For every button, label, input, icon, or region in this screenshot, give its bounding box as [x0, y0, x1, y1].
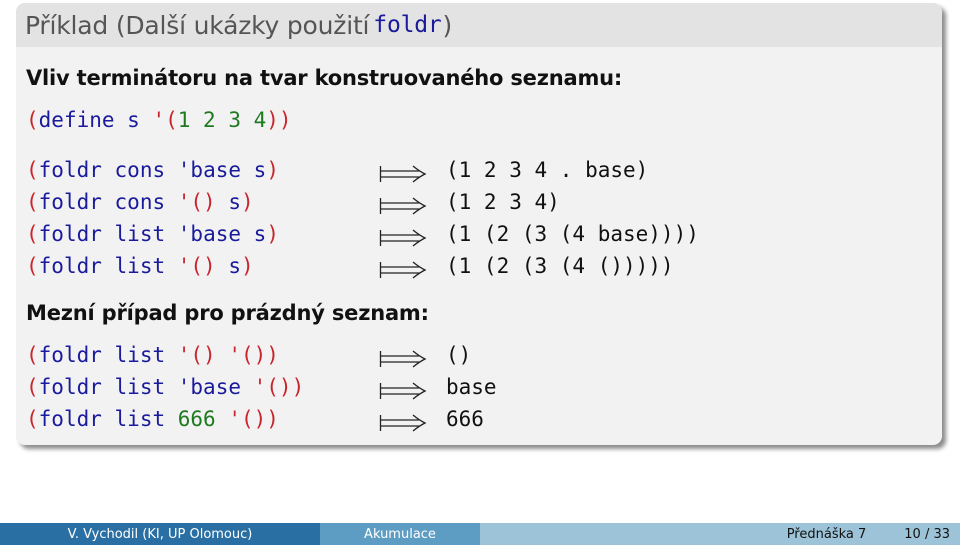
code-example: (foldr cons 'base s) — [26, 158, 279, 182]
evaluation-result: 666 — [446, 407, 484, 431]
maps-to-arrow-icon — [379, 382, 427, 400]
evaluation-result: (1 (2 (3 (4 base)))) — [446, 222, 699, 246]
evaluation-result: () — [446, 343, 472, 367]
code-example: (foldr list 666 '()) — [26, 407, 279, 431]
code-example: (foldr list 'base s) — [26, 222, 279, 246]
code-example: (foldr list '() s) — [26, 254, 254, 278]
maps-to-arrow-icon — [379, 414, 427, 432]
footer-lecture: Přednáška 7 — [786, 526, 867, 542]
maps-to-arrow-icon — [379, 350, 427, 368]
code-example: (foldr list 'base '()) — [26, 375, 305, 399]
footer-author: V. Vychodil (KI, UP Olomouc) — [0, 523, 320, 545]
evaluation-result: base — [446, 375, 497, 399]
evaluation-result: (1 (2 (3 (4 ())))) — [446, 254, 674, 278]
example-block: Příklad (Další ukázky použití foldr ) Vl… — [16, 3, 942, 445]
footer-right: Přednáška 7 10 / 33 — [480, 523, 960, 545]
maps-to-arrow-icon — [379, 197, 427, 215]
maps-to-arrow-icon — [379, 229, 427, 247]
maps-to-arrow-icon — [379, 165, 427, 183]
evaluation-result: (1 2 3 4 . base) — [446, 158, 649, 182]
heading-empty-list: Mezní případ pro prázdný seznam: — [26, 301, 429, 325]
footer-page-number: 10 / 33 — [904, 526, 950, 542]
block-content: Vliv terminátoru na tvar konstruovaného … — [26, 3, 942, 445]
maps-to-arrow-icon — [379, 261, 427, 279]
code-example: (foldr list '() '()) — [26, 343, 279, 367]
define-line: (define s '(1 2 3 4)) — [26, 108, 292, 132]
code-example: (foldr cons '() s) — [26, 190, 254, 214]
footer-bar: V. Vychodil (KI, UP Olomouc) Akumulace P… — [0, 523, 960, 545]
evaluation-result: (1 2 3 4) — [446, 190, 560, 214]
heading-terminator: Vliv terminátoru na tvar konstruovaného … — [26, 66, 623, 90]
footer-topic: Akumulace — [320, 523, 480, 545]
